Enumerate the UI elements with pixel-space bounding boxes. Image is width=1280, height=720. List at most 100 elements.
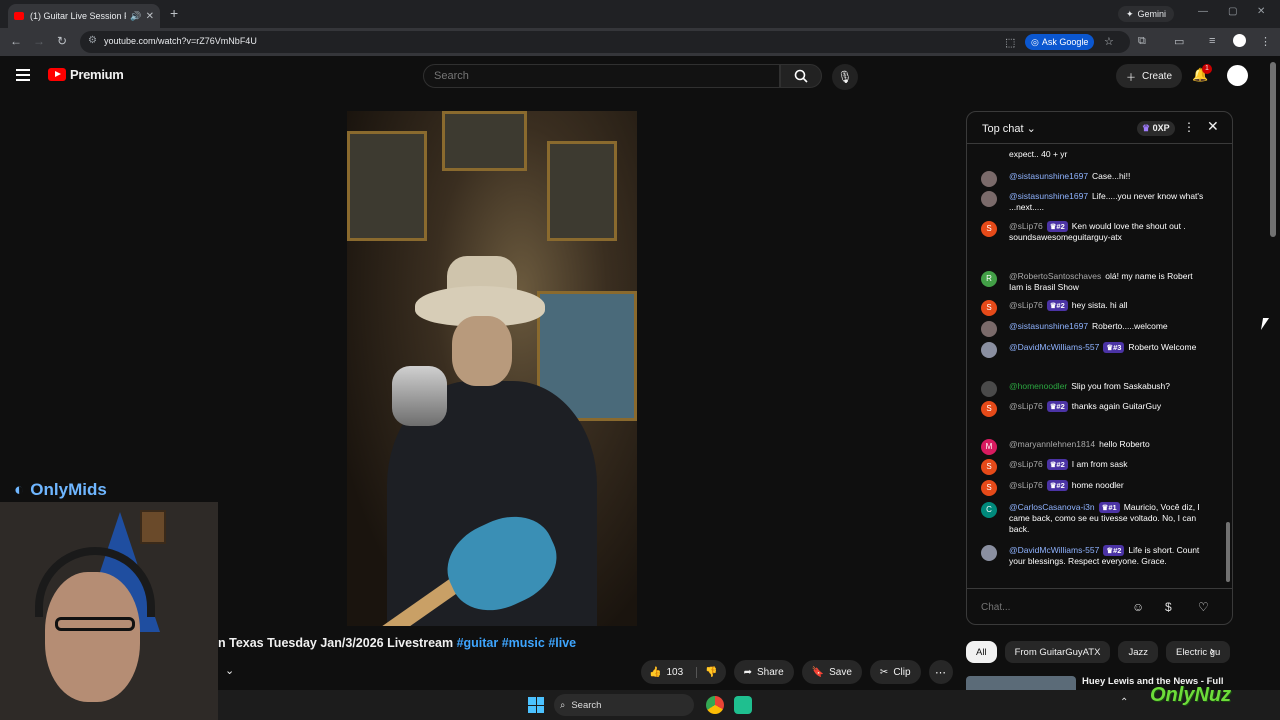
chrome-taskbar-icon[interactable]: [706, 696, 724, 714]
chat-mode-label: Top chat: [982, 123, 1024, 135]
chat-text: Case...hi!!: [1092, 171, 1131, 181]
rank-badge: ♛#1: [1098, 502, 1120, 513]
hashtag-link[interactable]: #live: [548, 636, 576, 650]
rank-badge: ♛#2: [1046, 459, 1068, 470]
chat-avatar[interactable]: [981, 545, 997, 561]
chips-next-chevron-icon[interactable]: ›: [1210, 643, 1214, 658]
chat-author[interactable]: @sLip76: [1009, 401, 1043, 411]
page-scrollbar[interactable]: [1270, 62, 1276, 237]
recommendation-thumbnail[interactable]: [966, 676, 1076, 690]
media-icon[interactable]: ≡: [1209, 35, 1215, 47]
account-avatar[interactable]: [1227, 65, 1248, 86]
url-text: youtube.com/watch?v=rZ76VmNbF4U: [104, 36, 257, 46]
top-chat-dropdown[interactable]: Top chat ⌄: [982, 122, 1036, 135]
thumbs-down-icon[interactable]: 👎: [696, 666, 718, 678]
chip-all[interactable]: All: [966, 641, 997, 663]
create-button[interactable]: ＋ Create: [1116, 64, 1183, 88]
expand-chevron-icon[interactable]: ⌄: [225, 664, 234, 677]
chat-author[interactable]: @sLip76: [1009, 459, 1043, 469]
chat-avatar[interactable]: S: [981, 401, 997, 417]
xp-badge[interactable]: ♛ 0XP: [1137, 121, 1175, 136]
hashtag-link[interactable]: #music: [502, 636, 545, 650]
bookmark-star-icon[interactable]: ☆: [1104, 35, 1114, 48]
chat-avatar[interactable]: S: [981, 459, 997, 475]
chat-avatar[interactable]: [981, 342, 997, 358]
tab-search-icon[interactable]: ▭: [1174, 35, 1184, 48]
chat-menu-icon[interactable]: ⋮: [1183, 120, 1195, 134]
youtube-header: Premium 🎙 ＋ Create 🔔 1: [0, 56, 1280, 96]
youtube-premium-logo[interactable]: Premium: [48, 67, 124, 82]
hamburger-menu-icon[interactable]: [16, 69, 30, 81]
chat-author[interactable]: @sLip76: [1009, 480, 1043, 490]
chip-jazz[interactable]: Jazz: [1118, 641, 1158, 663]
chat-avatar[interactable]: S: [981, 480, 997, 496]
profile-icon[interactable]: [1233, 34, 1246, 47]
chat-author[interactable]: @RobertoSantoschaves: [1009, 271, 1101, 281]
chat-avatar[interactable]: S: [981, 221, 997, 237]
chat-text: thanks again GuitarGuy: [1071, 401, 1162, 411]
hashtag-link[interactable]: #guitar: [457, 636, 499, 650]
chat-avatar[interactable]: [981, 191, 997, 207]
chat-author[interactable]: @DavidMcWilliams-557: [1009, 545, 1099, 555]
menu-icon[interactable]: ⋮: [1260, 35, 1271, 48]
emoji-icon[interactable]: ☺: [1132, 600, 1144, 614]
chat-author[interactable]: @maryannlehnen1814: [1009, 439, 1095, 449]
chip-from-channel[interactable]: From GuitarGuyATX: [1004, 641, 1111, 663]
chat-author[interactable]: @sLip76: [1009, 300, 1043, 310]
back-icon[interactable]: ←: [10, 34, 22, 48]
gemini-button[interactable]: ✦ Gemini: [1118, 6, 1175, 22]
forward-icon[interactable]: →: [33, 34, 45, 48]
onlymids-logo-icon: ◐: [14, 480, 25, 499]
ask-google-button[interactable]: ◎ Ask Google: [1025, 34, 1095, 50]
save-button[interactable]: 🔖 Save: [801, 660, 862, 684]
address-bar[interactable]: ⚙ youtube.com/watch?v=rZ76VmNbF4U ⬚ ◎ As…: [80, 31, 1130, 53]
chat-author[interactable]: @CarlosCasanova-i3n: [1009, 502, 1095, 512]
chat-scrollbar[interactable]: [1226, 522, 1230, 582]
new-tab-button[interactable]: +: [170, 5, 178, 21]
chat-avatar[interactable]: S: [981, 300, 997, 316]
chat-avatar[interactable]: M: [981, 439, 997, 455]
chat-avatar[interactable]: [981, 381, 997, 397]
extensions-icon[interactable]: ⧉: [1138, 35, 1146, 48]
minimize-icon[interactable]: —: [1198, 6, 1208, 17]
chat-avatar[interactable]: [981, 171, 997, 187]
search-input[interactable]: [424, 65, 779, 87]
thumbs-up-icon[interactable]: 👍: [649, 667, 661, 678]
voice-search-button[interactable]: 🎙: [832, 64, 858, 90]
close-window-icon[interactable]: ✕: [1257, 6, 1265, 17]
chat-input[interactable]: [981, 599, 1131, 615]
close-tab-icon[interactable]: ✕: [146, 11, 154, 22]
chat-author[interactable]: @homenoodler: [1009, 381, 1067, 391]
chip-electric-guitar[interactable]: Electric gu: [1165, 641, 1231, 663]
chevron-down-icon: ⌄: [1026, 123, 1036, 135]
brand-text: OnlyMids: [30, 480, 107, 499]
chat-author[interactable]: @sistasunshine1697: [1009, 171, 1088, 181]
reload-icon[interactable]: ↻: [57, 34, 67, 48]
chat-avatar[interactable]: [981, 321, 997, 337]
chat-author[interactable]: @DavidMcWilliams-557: [1009, 342, 1099, 352]
chat-avatar[interactable]: C: [981, 502, 997, 518]
speaker-icon[interactable]: 🔊: [130, 11, 141, 22]
taskbar-search[interactable]: ⌕ Search: [554, 694, 694, 716]
search-button[interactable]: [780, 64, 822, 88]
super-chat-icon[interactable]: $: [1165, 600, 1172, 614]
more-actions-button[interactable]: ⋯: [928, 660, 953, 684]
install-icon[interactable]: ⬚: [1005, 36, 1015, 49]
chat-avatar[interactable]: R: [981, 271, 997, 287]
browser-tab[interactable]: (1) Guitar Live Session From 🔊 ✕: [8, 4, 160, 28]
tray-chevron-icon[interactable]: ⌃: [1120, 697, 1128, 708]
chat-author[interactable]: @sLip76: [1009, 221, 1043, 231]
share-button[interactable]: ➦ Share: [733, 660, 794, 684]
clip-button[interactable]: ✂ Clip: [869, 660, 921, 684]
maximize-icon[interactable]: ▢: [1228, 6, 1237, 17]
close-chat-icon[interactable]: ✕: [1207, 118, 1219, 135]
chat-text: home noodler: [1071, 480, 1124, 490]
site-info-icon[interactable]: ⚙: [88, 35, 97, 46]
chat-author[interactable]: @sistasunshine1697: [1009, 191, 1088, 201]
crown-icon: ♛: [1142, 123, 1151, 133]
windows-start-icon[interactable]: [528, 697, 544, 713]
video-player[interactable]: [347, 111, 637, 626]
app-taskbar-icon[interactable]: [734, 696, 752, 714]
heart-icon[interactable]: ♡: [1198, 600, 1209, 614]
chat-author[interactable]: @sistasunshine1697: [1009, 321, 1088, 331]
